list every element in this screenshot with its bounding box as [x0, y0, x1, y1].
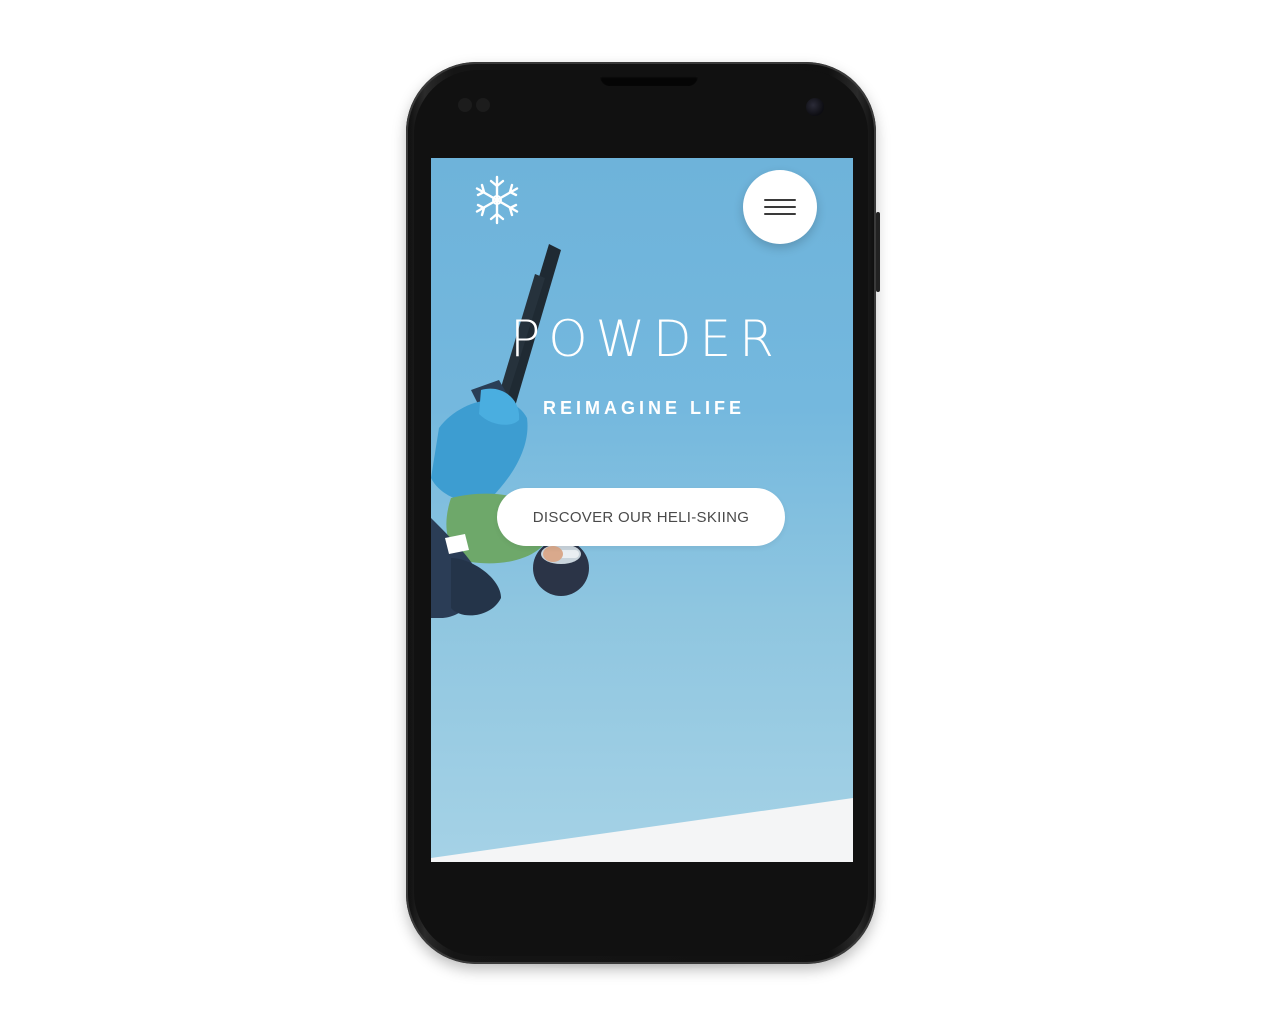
- menu-button[interactable]: [743, 170, 817, 244]
- proximity-sensor: [458, 98, 472, 112]
- device-mockup-stage: POWDER REIMAGINE LIFE DISCOVER OUR HELI-…: [0, 0, 1280, 1024]
- light-sensor: [476, 98, 490, 112]
- app-screen: POWDER REIMAGINE LIFE DISCOVER OUR HELI-…: [431, 158, 853, 862]
- phone-frame: POWDER REIMAGINE LIFE DISCOVER OUR HELI-…: [406, 62, 880, 964]
- hero-subtitle: REIMAGINE LIFE: [542, 398, 745, 418]
- hero-title: POWDER: [510, 310, 782, 368]
- front-camera: [806, 98, 824, 116]
- discover-heli-skiing-button[interactable]: DISCOVER OUR HELI-SKIING: [497, 488, 785, 546]
- earpiece-speaker: [600, 76, 698, 86]
- hamburger-menu-icon: [764, 197, 796, 217]
- power-button: [876, 212, 880, 292]
- snowflake-icon[interactable]: [471, 174, 523, 226]
